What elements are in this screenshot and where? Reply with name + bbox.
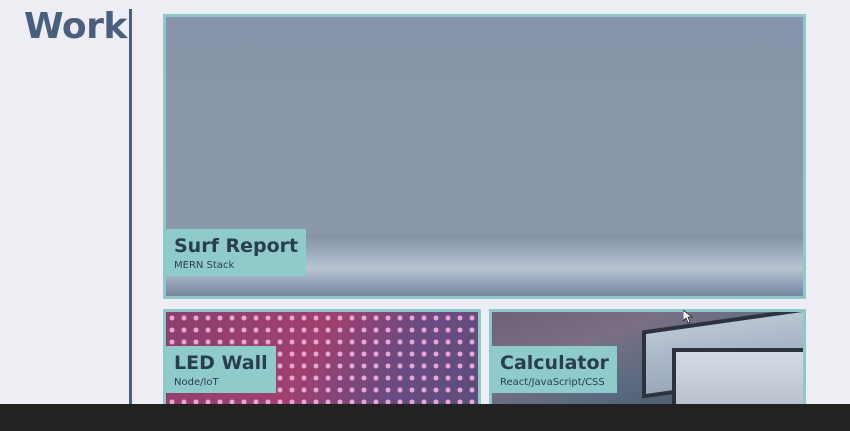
project-label: Calculator React/JavaScript/CSS: [492, 346, 617, 393]
vertical-divider: [129, 9, 132, 409]
project-title: Surf Report: [174, 235, 299, 257]
project-card-surf-report[interactable]: Surf Report MERN Stack: [163, 14, 806, 299]
project-title: LED Wall: [174, 352, 268, 374]
project-label: Surf Report MERN Stack: [166, 229, 307, 276]
project-card-led-wall[interactable]: LED Wall Node/IoT: [163, 309, 481, 419]
project-label: LED Wall Node/IoT: [166, 346, 276, 393]
project-card-calculator[interactable]: Calculator React/JavaScript/CSS: [489, 309, 806, 419]
project-subtitle: React/JavaScript/CSS: [500, 377, 605, 388]
project-subtitle: Node/IoT: [174, 377, 219, 388]
mouse-pointer-icon: [683, 310, 693, 324]
taskbar: [0, 404, 850, 431]
project-title: Calculator: [500, 352, 609, 374]
project-subtitle: MERN Stack: [174, 260, 235, 271]
page-title: Work: [24, 6, 127, 47]
